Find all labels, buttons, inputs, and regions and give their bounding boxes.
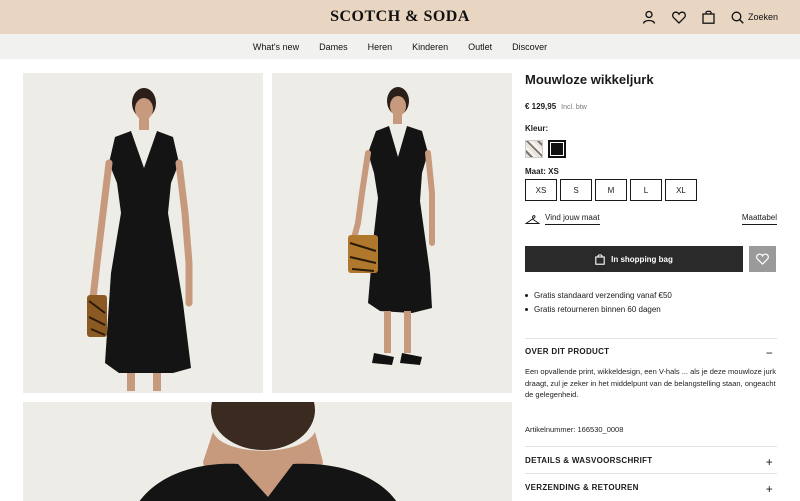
wishlist-heart-icon[interactable] <box>671 9 687 25</box>
search-icon <box>731 11 744 24</box>
site-header: SCOTCH & SODA Zoeken <box>0 0 800 34</box>
add-to-bag-button[interactable]: In shopping bag <box>525 246 743 272</box>
size-chart-link[interactable]: Maattabel <box>741 213 777 225</box>
heart-icon <box>756 253 769 265</box>
nav-item-kinderen[interactable]: Kinderen <box>402 42 458 52</box>
header-actions: Zoeken <box>641 9 778 25</box>
details-care-toggle[interactable]: DETAILS & WASVOORSCHRIFT + <box>525 455 777 469</box>
shopping-bag-icon <box>595 253 605 265</box>
divider <box>525 473 777 474</box>
nav-item-dames[interactable]: Dames <box>309 42 358 52</box>
size-option-xs[interactable]: XS <box>525 179 557 201</box>
hanger-icon <box>524 212 541 230</box>
color-label: Kleur: <box>525 124 549 133</box>
benefit-text: Gratis retourneren binnen 60 dagen <box>534 305 661 314</box>
benefit-item: Gratis retourneren binnen 60 dagen <box>525 305 672 314</box>
plus-icon: + <box>765 482 773 496</box>
about-product-heading: OVER DIT PRODUCT <box>525 347 610 356</box>
benefit-text: Gratis standaard verzending vanaf €50 <box>534 291 672 300</box>
size-help-row: Vind jouw maat Maattabel <box>524 210 777 230</box>
product-photo-side[interactable] <box>272 73 512 393</box>
divider <box>525 338 777 339</box>
add-to-bag-label: In shopping bag <box>611 254 673 264</box>
plus-icon: + <box>765 455 773 469</box>
size-option-m[interactable]: M <box>595 179 627 201</box>
benefit-item: Gratis standaard verzending vanaf €50 <box>525 291 672 300</box>
size-label-row: Maat: XS <box>525 167 559 176</box>
account-icon[interactable] <box>641 9 657 25</box>
selected-size: XS <box>548 167 559 176</box>
price-tax-note: Incl. btw <box>561 104 587 111</box>
product-photo-front[interactable] <box>23 73 263 393</box>
article-number: Artikelnummer: 166530_0008 <box>525 425 624 434</box>
bullet-icon <box>525 308 528 311</box>
benefits-list: Gratis standaard verzending vanaf €50 Gr… <box>525 291 672 319</box>
product-description: Een opvallende print, wikkeldesign, een … <box>525 367 776 400</box>
product-title: Mouwloze wikkeljurk <box>525 72 654 87</box>
size-option-s[interactable]: S <box>560 179 592 201</box>
divider <box>525 446 777 447</box>
product-price: € 129,95 <box>525 102 557 111</box>
color-swatch-print[interactable] <box>525 140 543 158</box>
color-swatch-black[interactable] <box>548 140 566 158</box>
size-option-xl[interactable]: XL <box>665 179 697 201</box>
size-selector: XS S M L XL <box>525 179 697 201</box>
price-row: € 129,95 Incl. btw <box>525 102 587 111</box>
minus-icon: − <box>765 346 773 360</box>
about-product-toggle[interactable]: OVER DIT PRODUCT − <box>525 346 777 360</box>
search-label: Zoeken <box>747 12 778 22</box>
shipping-returns-heading: VERZENDING & RETOUREN <box>525 483 639 492</box>
add-to-wishlist-button[interactable] <box>749 246 776 272</box>
nav-item-whats-new[interactable]: What's new <box>243 42 309 52</box>
shopping-bag-icon[interactable] <box>701 9 717 25</box>
nav-item-heren[interactable]: Heren <box>358 42 403 52</box>
nav-item-discover[interactable]: Discover <box>502 42 557 52</box>
search-button[interactable]: Zoeken <box>731 11 778 24</box>
bullet-icon <box>525 294 528 297</box>
shipping-returns-toggle[interactable]: VERZENDING & RETOUREN + <box>525 482 777 496</box>
details-care-heading: DETAILS & WASVOORSCHRIFT <box>525 456 653 465</box>
product-photo-detail[interactable] <box>23 402 512 501</box>
size-label: Maat: <box>525 167 546 176</box>
find-your-size-link[interactable]: Vind jouw maat <box>545 213 600 225</box>
color-swatches <box>525 140 566 158</box>
nav-item-outlet[interactable]: Outlet <box>458 42 502 52</box>
size-option-l[interactable]: L <box>630 179 662 201</box>
main-nav: What's new Dames Heren Kinderen Outlet D… <box>0 34 800 59</box>
